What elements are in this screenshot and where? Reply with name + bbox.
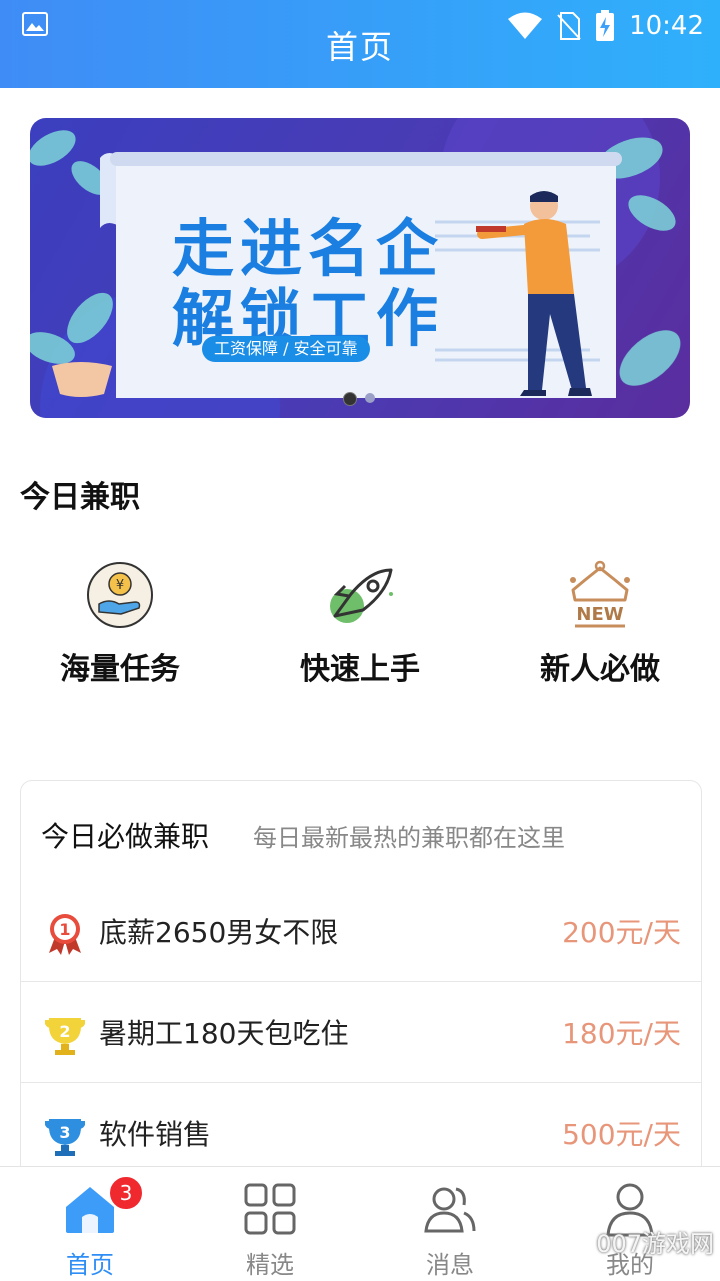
job-title: 暑期工180天包吃住 [99,1017,349,1050]
job-title: 软件销售 [99,1118,212,1151]
rank-3-trophy-icon: 3 [43,1113,87,1157]
carousel-dot-2[interactable] [365,393,375,403]
svg-text:NEW: NEW [576,604,623,625]
carousel-dot-1[interactable] [343,392,357,406]
new-crown-icon: NEW [565,560,635,630]
tab-featured[interactable]: 精选 [180,1181,360,1280]
tab-home[interactable]: 3 首页 [0,1175,180,1280]
page-title: 首页 [325,28,394,66]
watermark: 007游戏网 [596,1230,714,1258]
rocket-icon [325,560,395,630]
promo-banner[interactable]: 走进名企 解锁工作 工资保障 / 安全可靠 [30,118,690,418]
tab-label: 首页 [66,1251,114,1279]
notification-badge: 3 [108,1175,144,1211]
grid-icon [242,1181,298,1237]
job-pay: 200元/天 [562,916,681,949]
section-title-today: 今日兼职 [20,480,140,515]
quick-entry-label: 新人必做 [540,652,660,687]
job-pay: 500元/天 [562,1118,681,1151]
svg-text:¥: ¥ [116,578,124,593]
must-do-card: 今日必做兼职 每日最新最热的兼职都在这里 1 底薪2650男女不限 200元/天… [20,780,702,1202]
tab-messages[interactable]: 消息 [360,1181,540,1280]
coin-hand-icon: ¥ [85,560,155,630]
svg-text:2: 2 [59,1022,70,1041]
carousel-indicator[interactable] [343,392,375,406]
card-subtitle: 每日最新最热的兼职都在这里 [253,824,565,852]
job-row[interactable]: 2 暑期工180天包吃住 180元/天 [21,982,701,1083]
tab-label: 消息 [426,1251,474,1279]
rank-2-trophy-icon: 2 [43,1012,87,1056]
svg-text:3: 3 [59,1123,70,1142]
top-app-bar: 10:42 首页 [0,0,720,88]
banner-tagline: 工资保障 / 安全可靠 [202,336,370,362]
home-icon: 3 [62,1175,144,1237]
quick-entry-newbie[interactable]: NEW 新人必做 [480,560,720,688]
quick-entry-fast-start[interactable]: 快速上手 [240,560,480,688]
quick-entry-label: 海量任务 [60,652,180,687]
svg-text:1: 1 [59,920,70,939]
tab-label: 精选 [246,1251,294,1279]
quick-entry-label: 快速上手 [300,652,420,687]
card-title: 今日必做兼职 [41,820,210,853]
job-row[interactable]: 1 底薪2650男女不限 200元/天 [21,881,701,982]
quick-entry-massive-tasks[interactable]: ¥ 海量任务 [0,560,240,688]
users-icon [422,1181,478,1237]
job-title: 底薪2650男女不限 [99,916,339,949]
job-pay: 180元/天 [562,1017,681,1050]
rank-1-ribbon-icon: 1 [43,911,87,955]
